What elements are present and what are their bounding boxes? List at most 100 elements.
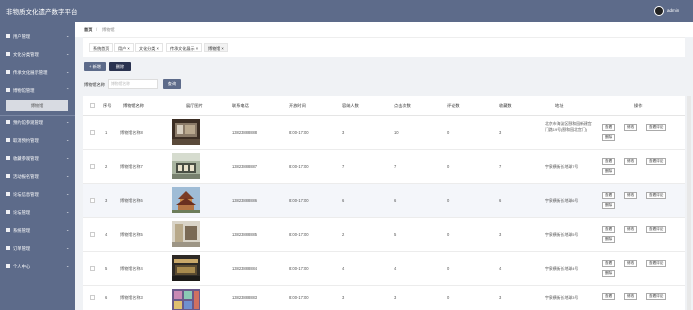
sidebar-subitem-museum[interactable]: 博物馆 [6,100,68,111]
cell-address: 宇泉横街长地球5号 [545,232,579,237]
view-comments-button[interactable]: 查看评论 [646,158,667,165]
view-comments-button[interactable]: 查看评论 [646,293,667,300]
view-button[interactable]: 查看 [602,158,616,165]
view-comments-button[interactable]: 查看评论 [646,260,667,267]
sidebar-item-forum[interactable]: 论坛管理 ⌄ [0,204,75,220]
edit-button[interactable]: 修改 [624,158,638,165]
sidebar-item-label: 收藏参观管理 [13,155,39,161]
view-comments-button[interactable]: 查看评论 [646,226,667,233]
view-comments-button[interactable]: 查看评论 [646,192,667,199]
cell-address: 宇泉横街长地球6号 [545,198,579,203]
sidebar-item-activity[interactable]: 活动报名管理 ⌄ [0,168,75,184]
tag-users[interactable]: 用户 × [114,43,134,52]
sidebar-item-museum[interactable]: 博物馆管理 ⌃ [0,82,75,98]
edit-button[interactable]: 修改 [624,192,638,199]
cell-index: 6 [105,295,108,300]
select-all-checkbox[interactable] [90,103,95,108]
sidebar-item-cancel-reservation[interactable]: 取消预约管理 ⌄ [0,132,75,148]
museum-image [172,221,200,247]
sidebar-item-label: 传承文化展示管理 [13,69,48,75]
tag-home[interactable]: 系统首页 [89,43,114,52]
delete-row-button[interactable]: 删除 [602,168,616,175]
breadcrumb-home[interactable]: 首页 [84,27,92,33]
row-checkbox[interactable] [90,232,95,237]
chevron-down-icon: ⌄ [66,119,70,124]
breadcrumb-current: 博物馆 [102,27,115,32]
cell-phone: 13823888884 [232,266,258,271]
sidebar-item-favorites[interactable]: 收藏参观管理 ⌄ [0,150,75,166]
breadcrumb: 首页 / 博物馆 [75,22,693,37]
top-bar: 非物质文化遗产数字平台 admin [0,0,693,22]
avatar[interactable] [654,6,664,16]
chevron-down-icon: ⌄ [66,33,70,38]
sidebar-item-orders[interactable]: 订单管理 ⌄ [0,240,75,256]
delete-row-button[interactable]: 删除 [602,134,616,141]
cell-open-time: 8:00-17:00 [289,198,309,203]
chevron-down-icon: ⌄ [66,155,70,160]
row-checkbox[interactable] [90,198,95,203]
add-button[interactable]: + 新增 [84,62,106,71]
cart-icon [6,246,10,250]
grid-icon [6,138,10,142]
breadcrumb-separator: / [96,27,98,32]
sidebar-item-profile[interactable]: 个人中心 ⌄ [0,258,75,274]
delete-row-button[interactable]: 删除 [602,236,616,243]
row-checkbox[interactable] [90,130,95,135]
view-button[interactable]: 查看 [602,124,616,131]
view-button[interactable]: 查看 [602,226,616,233]
tag-heritage-display[interactable]: 传承文化展示 × [166,43,203,52]
view-button[interactable]: 查看 [602,260,616,267]
edit-button[interactable]: 修改 [624,124,638,131]
table-row: 3 博物馆名称6 13823888886 8:00-17:00 6 6 0 6 … [83,184,685,218]
cell-name: 博物馆名称8 [120,130,143,135]
sidebar-item-heritage-display[interactable]: 传承文化展示管理 ⌄ [0,64,75,80]
sidebar-item-label: 文化分类管理 [13,51,39,57]
cell-phone: 13823888885 [232,232,258,237]
sidebar-item-label: 用户管理 [13,33,31,39]
grid-icon [6,34,10,38]
search-button[interactable]: 查询 [163,79,181,89]
sidebar-item-system[interactable]: 系统管理 ⌄ [0,222,75,238]
row-checkbox[interactable] [90,164,95,169]
col-clicks: 点击次数 [394,103,411,108]
edit-button[interactable]: 修改 [624,260,638,267]
tags-bar: 系统首页 用户 × 文化分类 × 传承文化展示 × 博物馆 × [83,37,685,57]
delete-row-button[interactable]: 删除 [602,270,616,277]
sidebar-item-label: 论坛信息管理 [13,191,39,197]
edit-button[interactable]: 修改 [624,226,638,233]
sidebar-item-culture-category[interactable]: 文化分类管理 ⌄ [0,46,75,62]
cell-comments: 0 [447,198,450,203]
delete-button[interactable]: 删除 [109,62,131,71]
search-label: 博物馆名称 [84,82,105,87]
chevron-down-icon: ⌄ [66,51,70,56]
view-button[interactable]: 查看 [602,293,616,300]
view-comments-button[interactable]: 查看评论 [646,124,667,131]
cell-clicks: 5 [394,232,397,237]
grid-icon [6,210,10,214]
cell-open-time: 8:00-17:00 [289,130,309,135]
tag-culture-category[interactable]: 文化分类 × [135,43,163,52]
cell-clicks: 3 [394,295,397,300]
edit-button[interactable]: 修改 [624,293,638,300]
scrollbar[interactable] [687,96,691,310]
cell-index: 2 [105,164,108,169]
search-input[interactable]: 博物馆名称 [108,79,158,89]
grid-icon [6,70,10,74]
cell-capacity: 7 [342,164,345,169]
cell-open-time: 8:00-17:00 [289,266,309,271]
cell-address: 北京市海淀区颐和园新建宫门路19号(颐和园北宫门) [545,121,592,132]
delete-row-button[interactable]: 删除 [602,202,616,209]
row-checkbox[interactable] [90,266,95,271]
username[interactable]: admin [667,8,679,13]
sidebar-item-reservation[interactable]: 预约馆参观管理 ⌄ [0,114,75,130]
tag-museum[interactable]: 博物馆 × [204,43,228,52]
cell-comments: 0 [447,130,450,135]
row-checkbox[interactable] [90,295,95,300]
sidebar-item-forum-info[interactable]: 论坛信息管理 ⌄ [0,186,75,202]
grid-icon [6,192,10,196]
sidebar-item-users[interactable]: 用户管理 ⌄ [0,28,75,44]
museum-image [172,187,200,213]
location-icon [6,52,10,56]
cell-capacity: 3 [342,130,345,135]
view-button[interactable]: 查看 [602,192,616,199]
